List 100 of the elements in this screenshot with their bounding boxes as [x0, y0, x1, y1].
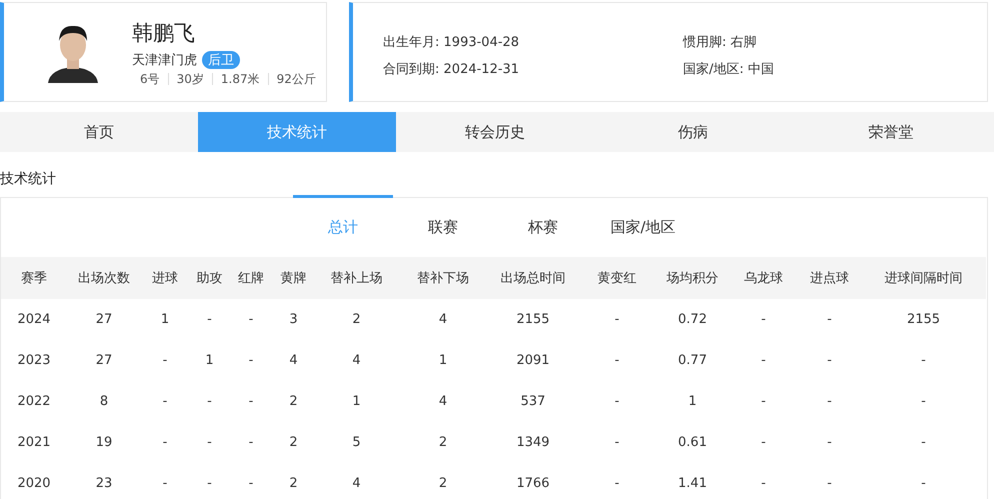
table-cell: 0.72: [656, 299, 729, 340]
table-cell-text: 8: [98, 393, 110, 411]
table-cell-text: 1349: [515, 434, 551, 452]
table-cell-text: -: [248, 434, 254, 452]
sub-tab[interactable]: 联赛: [393, 195, 493, 257]
table-cell-text: 5: [351, 434, 362, 452]
table-cell-text: -: [206, 475, 213, 493]
table-cell: 2155: [861, 299, 986, 340]
table-cell-text: 27: [94, 352, 114, 370]
table-cell-text: 2020: [16, 475, 52, 493]
player-fact: 30岁: [168, 73, 212, 85]
table-cell-text: 1: [438, 352, 448, 370]
table-cell-text: -: [248, 475, 254, 493]
table-cell: -: [189, 299, 230, 340]
player-fact: 6号: [139, 73, 161, 85]
table-cell-text: -: [162, 475, 168, 493]
table-cell-text: 537: [520, 393, 546, 411]
table-cell-text: 0.61: [677, 434, 708, 452]
table-cell-text: 19: [94, 434, 114, 452]
table-cell-text: 4: [351, 475, 362, 493]
table-cell-text: 4: [288, 352, 299, 370]
table-cell: -: [798, 299, 861, 340]
table-cell-text: 0.77: [677, 352, 708, 370]
detail-text: 合同到期: 2024-12-31: [383, 60, 520, 78]
column-header: 进点球: [798, 257, 861, 299]
nav-tab[interactable]: 荣誉堂: [792, 112, 990, 152]
table-cell-text: 2: [438, 434, 448, 452]
sub-tab[interactable]: 国家/地区: [593, 195, 693, 257]
table-cell: 2: [315, 299, 398, 340]
table-cell-text: -: [760, 434, 767, 452]
column-header: 红牌: [230, 257, 272, 299]
column-header: 场均积分: [656, 257, 729, 299]
table-cell-text: 1: [687, 393, 698, 411]
column-header: 黄变红: [578, 257, 656, 299]
table-cell-text: 1: [351, 393, 362, 411]
table-cell-text: -: [614, 434, 620, 452]
table-cell-text: -: [826, 475, 833, 493]
table-cell-text: -: [614, 475, 620, 493]
table-cell: 2024: [1, 299, 67, 340]
table-cell-text: 1: [204, 352, 215, 370]
table-cell-text: -: [760, 352, 767, 370]
column-header: 进球: [141, 257, 189, 299]
column-header: 出场总时间: [488, 257, 578, 299]
table-cell-text: -: [162, 434, 168, 452]
player-name: 韩鹏飞: [132, 20, 196, 47]
column-header: 出场次数: [67, 257, 141, 299]
table-cell-text: 2: [288, 434, 299, 452]
table-cell-text: -: [920, 475, 927, 493]
table-cell: -: [578, 299, 656, 340]
table-cell-text: -: [162, 352, 168, 370]
table-cell-text: 2022: [16, 393, 52, 411]
detail-text: 惯用脚: 右脚: [683, 34, 758, 50]
table-cell-text: 1766: [515, 475, 551, 493]
sub-tab[interactable]: 杯赛: [493, 195, 593, 257]
table-cell-text: -: [206, 434, 213, 452]
column-header: 赛季: [1, 257, 67, 299]
table-cell-text: 2021: [16, 434, 52, 452]
table-cell-text: -: [920, 434, 927, 452]
table-cell-text: 2: [288, 393, 299, 411]
column-header: 黄牌: [272, 257, 315, 299]
table-cell: 4: [398, 299, 488, 340]
table-cell-text: -: [760, 475, 767, 493]
column-header: 乌龙球: [729, 257, 798, 299]
table-cell-text: 1.41: [677, 475, 708, 493]
table-cell: -: [230, 299, 272, 340]
table-cell: 2155: [488, 299, 578, 340]
table-cell-text: -: [248, 393, 254, 411]
section-title: 技术统计: [0, 170, 57, 189]
nav-tab[interactable]: 伤病: [594, 112, 792, 152]
detail-text: 国家/地区: 中国: [683, 60, 775, 78]
table-cell-text: 2: [438, 475, 448, 493]
table-cell: -: [729, 299, 798, 340]
table-cell-text: -: [614, 352, 620, 370]
table-cell-text: 2: [288, 475, 299, 493]
table-cell-text: -: [760, 393, 767, 411]
table-cell-text: -: [920, 393, 927, 411]
column-header: 替补下场: [398, 257, 488, 299]
detail-text: 出生年月: 1993-04-28: [383, 34, 520, 50]
table-cell-text: 4: [438, 393, 448, 411]
player-fact: 92公斤: [268, 73, 324, 85]
table-cell-text: -: [206, 393, 213, 411]
table-cell-text: -: [614, 393, 620, 411]
table-cell-text: -: [162, 393, 168, 411]
column-header: 替补上场: [315, 257, 398, 299]
column-header: 助攻: [189, 257, 230, 299]
table-cell-text: -: [248, 352, 254, 370]
table-cell: 3: [272, 299, 315, 340]
table-cell-text: -: [920, 352, 927, 370]
table-cell-text: -: [826, 393, 833, 411]
table-cell-text: 2091: [515, 352, 551, 370]
table-cell-text: -: [826, 434, 833, 452]
position-badge: 后卫: [202, 51, 240, 69]
player-fact: 1.87米: [212, 73, 268, 85]
table-cell-text: 4: [351, 352, 362, 370]
table-cell-text: 2023: [16, 352, 52, 370]
column-header: 进球间隔时间: [861, 257, 986, 299]
team-name: 天津津门虎: [132, 52, 197, 69]
nav-tab[interactable]: 首页: [0, 112, 198, 152]
table-cell: 1: [141, 299, 189, 340]
nav-tab[interactable]: 转会历史: [396, 112, 594, 152]
